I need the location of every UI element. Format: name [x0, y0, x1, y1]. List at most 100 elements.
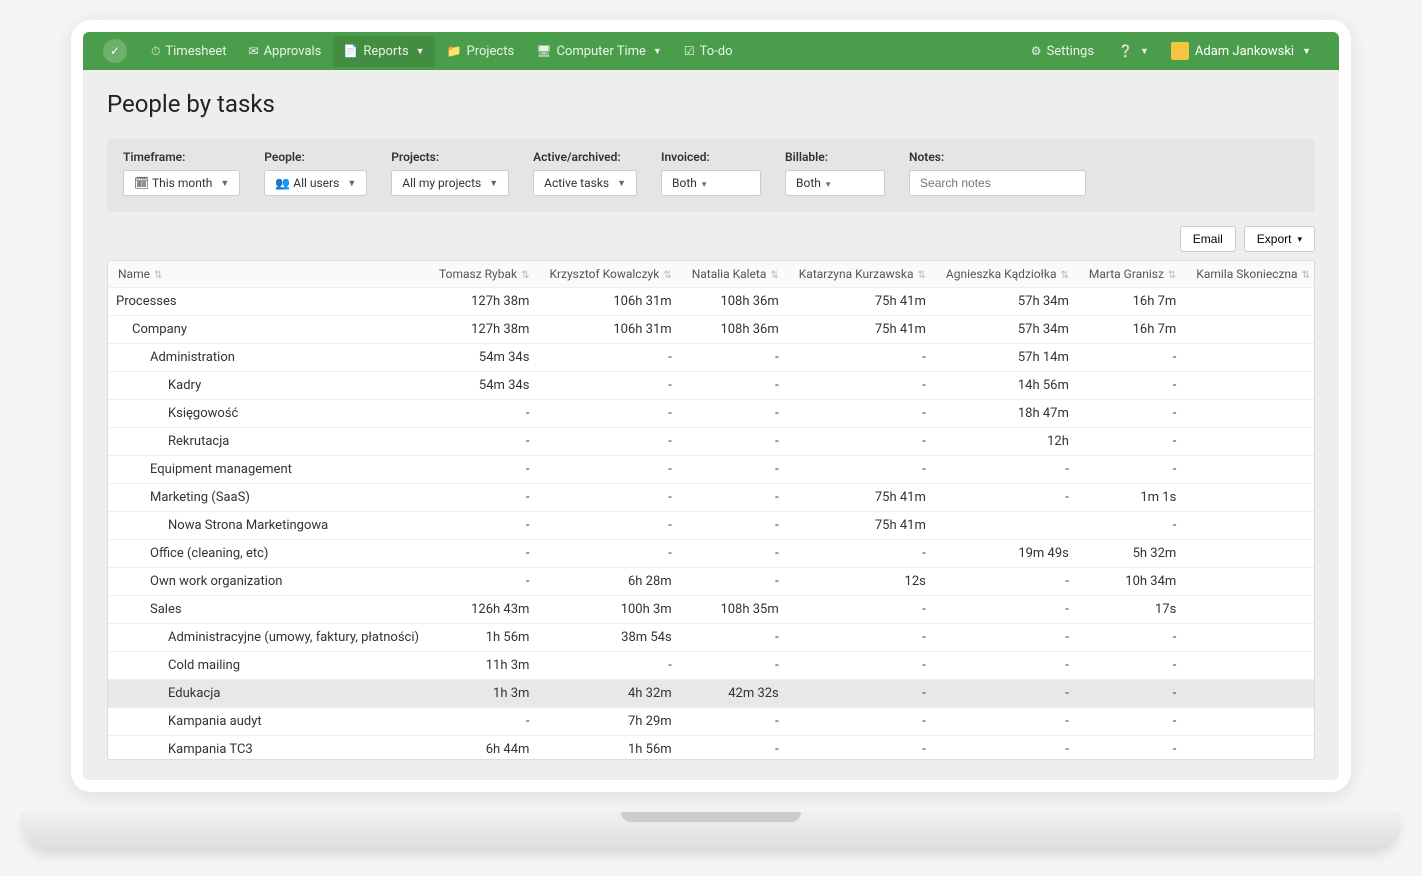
column-label: Name — [118, 267, 150, 281]
time-cell — [1186, 512, 1315, 540]
table-row[interactable]: Kampania audyt-7h 29m---- — [108, 708, 1315, 736]
table-row[interactable]: Cold mailing11h 3m----- — [108, 652, 1315, 680]
time-cell: - — [936, 680, 1079, 708]
time-cell — [1186, 428, 1315, 456]
time-cell — [1186, 624, 1315, 652]
table-row[interactable]: Company127h 38m106h 31m108h 36m75h 41m57… — [108, 316, 1315, 344]
table-row[interactable]: Own work organization-6h 28m-12s-10h 34m — [108, 568, 1315, 596]
time-cell: - — [1079, 428, 1186, 456]
column-label: Marta Granisz — [1089, 267, 1164, 281]
table-row[interactable]: Nowa Strona Marketingowa---75h 41m- — [108, 512, 1315, 540]
time-cell: - — [936, 624, 1079, 652]
nav-item-computer-time[interactable]: 🖥Computer Time▼ — [526, 36, 672, 67]
sort-icon: ⇅ — [1302, 270, 1310, 281]
nav-label: Computer Time — [556, 44, 645, 59]
row-name-cell: Nowa Strona Marketingowa — [108, 512, 429, 540]
time-cell — [1186, 680, 1315, 708]
row-name-cell: Rekrutacja — [108, 428, 429, 456]
time-cell — [1186, 456, 1315, 484]
row-name-cell: Administracyjne (umowy, faktury, płatnoś… — [108, 624, 429, 652]
row-name-cell: Księgowość — [108, 400, 429, 428]
time-cell: 127h 38m — [429, 288, 539, 316]
time-cell: - — [789, 708, 936, 736]
nav-item-approvals[interactable]: ✉Approvals — [239, 36, 332, 67]
time-cell: 38m 54s — [539, 624, 681, 652]
time-cell: - — [1079, 344, 1186, 372]
time-cell: 57h 34m — [936, 316, 1079, 344]
export-button[interactable]: Export▾ — [1244, 226, 1315, 252]
time-cell — [1186, 736, 1315, 761]
top-navbar: ✓ ⏱Timesheet✉Approvals📄Reports▼📁Projects… — [83, 32, 1339, 70]
sort-icon: ⇅ — [154, 270, 162, 281]
table-row[interactable]: Kampania TC36h 44m1h 56m---- — [108, 736, 1315, 761]
column-header[interactable]: Marta Granisz⇅ — [1079, 261, 1186, 288]
nav-item-projects[interactable]: 📁Projects — [437, 36, 525, 67]
time-cell — [936, 512, 1079, 540]
billable-select[interactable]: Both ▾ — [785, 170, 885, 196]
column-label: Tomasz Rybak — [439, 267, 517, 281]
time-cell — [1186, 568, 1315, 596]
nav-right: ⚙Settings ❔▼ Adam Jankowski ▼ — [1021, 36, 1319, 67]
filter-value: Both — [672, 176, 697, 190]
nav-label: Reports — [363, 44, 408, 59]
time-cell: 19m 49s — [936, 540, 1079, 568]
logo-icon[interactable]: ✓ — [103, 39, 127, 63]
time-cell: 75h 41m — [789, 288, 936, 316]
table-row[interactable]: Administration54m 34s---57h 14m- — [108, 344, 1315, 372]
table-row[interactable]: Kadry54m 34s---14h 56m- — [108, 372, 1315, 400]
time-cell: - — [936, 596, 1079, 624]
projects-select[interactable]: All my projects ▼ — [391, 170, 509, 196]
table-row[interactable]: Edukacja1h 3m4h 32m42m 32s--- — [108, 680, 1315, 708]
column-header[interactable]: Krzysztof Kowalczyk⇅ — [539, 261, 681, 288]
notes-search-input[interactable] — [909, 170, 1086, 196]
table-header-row: Name⇅Tomasz Rybak⇅Krzysztof Kowalczyk⇅Na… — [108, 261, 1315, 288]
settings-link[interactable]: ⚙Settings — [1021, 36, 1104, 67]
column-header[interactable]: Natalia Kaleta⇅ — [682, 261, 789, 288]
email-button[interactable]: Email — [1180, 226, 1236, 252]
column-header[interactable]: Agnieszka Kądziołka⇅ — [936, 261, 1079, 288]
filter-value: All my projects — [402, 176, 481, 190]
time-cell: - — [789, 372, 936, 400]
column-label: Katarzyna Kurzawska — [799, 267, 914, 281]
column-header[interactable]: Name ⇅ — [108, 261, 429, 288]
table-row[interactable]: Equipment management------ — [108, 456, 1315, 484]
time-cell: - — [936, 736, 1079, 761]
nav-label: Approvals — [264, 44, 322, 59]
user-menu[interactable]: Adam Jankowski ▼ — [1163, 36, 1319, 66]
page-title: People by tasks — [107, 90, 1315, 118]
column-header[interactable]: Kamila Skonieczna⇅ — [1186, 261, 1315, 288]
time-cell: - — [429, 428, 539, 456]
time-cell: 75h 41m — [789, 512, 936, 540]
chevron-down-icon: ▾ — [826, 180, 831, 190]
table-row[interactable]: Marketing (SaaS)---75h 41m-1m 1s — [108, 484, 1315, 512]
active-select[interactable]: Active tasks▼ — [533, 170, 637, 196]
time-cell: - — [1079, 708, 1186, 736]
table-row[interactable]: Administracyjne (umowy, faktury, płatnoś… — [108, 624, 1315, 652]
column-header[interactable]: Katarzyna Kurzawska⇅ — [789, 261, 936, 288]
column-header[interactable]: Tomasz Rybak⇅ — [429, 261, 539, 288]
time-cell: - — [1079, 456, 1186, 484]
row-name-cell: Company — [108, 316, 429, 344]
time-cell — [1186, 288, 1315, 316]
chevron-down-icon: ▼ — [489, 178, 498, 189]
table-row[interactable]: Rekrutacja----12h- — [108, 428, 1315, 456]
time-cell: - — [682, 540, 789, 568]
nav-item-to-do[interactable]: ☑To-do — [674, 36, 743, 67]
nav-item-reports[interactable]: 📄Reports▼ — [333, 36, 434, 67]
nav-item-timesheet[interactable]: ⏱Timesheet — [141, 36, 237, 67]
time-cell: - — [789, 736, 936, 761]
table-row[interactable]: Sales126h 43m100h 3m108h 35m--17s — [108, 596, 1315, 624]
time-cell: 106h 31m — [539, 288, 681, 316]
table-row[interactable]: Office (cleaning, etc)----19m 49s5h 32m — [108, 540, 1315, 568]
row-name-cell: Kampania TC3 — [108, 736, 429, 761]
invoiced-select[interactable]: Both ▾ — [661, 170, 761, 196]
table-row[interactable]: Księgowość----18h 47m- — [108, 400, 1315, 428]
help-dropdown[interactable]: ❔▼ — [1108, 36, 1159, 66]
people-select[interactable]: 👥 All users▼ — [264, 170, 367, 196]
filter-active: Active/archived: Active tasks▼ — [533, 150, 637, 196]
table-row[interactable]: Processes127h 38m106h 31m108h 36m75h 41m… — [108, 288, 1315, 316]
timeframe-select[interactable]: 🗓 This month▼ — [123, 170, 240, 196]
time-cell: - — [682, 652, 789, 680]
time-cell: - — [1079, 512, 1186, 540]
row-name-cell: Cold mailing — [108, 652, 429, 680]
